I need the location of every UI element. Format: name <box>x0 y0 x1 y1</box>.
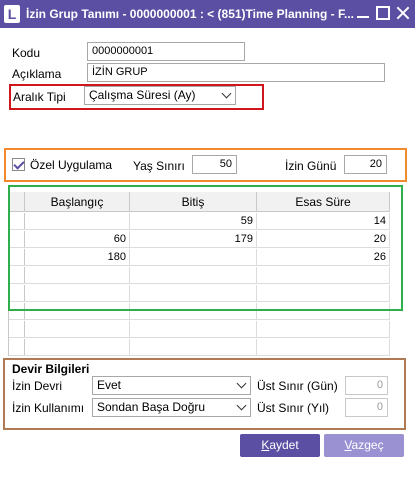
aralik-tipi-value: Çalışma Süresi (Ay) <box>89 88 196 102</box>
maximize-icon[interactable] <box>376 6 390 20</box>
ust-sinir-gun-label: Üst Sınır (Gün) <box>257 379 338 393</box>
cell-baslangic[interactable] <box>25 339 130 356</box>
minimize-icon[interactable] <box>356 6 370 20</box>
izin-kullanimi-label: İzin Kullanımı <box>12 401 85 415</box>
table-row[interactable] <box>9 339 390 356</box>
aralik-tipi-select[interactable]: Çalışma Süresi (Ay) <box>84 86 236 105</box>
aciklama-label: Açıklama <box>12 67 62 81</box>
cell-baslangic[interactable] <box>25 321 130 338</box>
kodu-input[interactable]: 0000000001 <box>87 42 245 61</box>
ozel-uygulama-checkbox[interactable] <box>12 158 25 171</box>
izin-kullanimi-value: Sondan Başa Doğru <box>97 400 206 414</box>
ust-sinir-yil-label: Üst Sınır (Yıl) <box>257 401 330 415</box>
app-logo-icon: L <box>4 5 20 23</box>
ust-sinir-yil-input[interactable]: 0 <box>345 398 388 417</box>
ozel-uygulama-label: Özel Uygulama <box>30 158 113 172</box>
devir-bilgileri-title: Devir Bilgileri <box>12 362 90 376</box>
cell-esas-sure[interactable] <box>257 339 390 356</box>
izin-gunu-label: İzin Günü <box>285 159 337 173</box>
chevron-down-icon <box>236 400 247 411</box>
yas-siniri-label: Yaş Sınırı <box>133 159 185 173</box>
chevron-down-icon <box>221 88 232 99</box>
table-row[interactable] <box>9 321 390 338</box>
aciklama-input[interactable]: İZİN GRUP <box>87 63 385 82</box>
yas-siniri-input[interactable]: 50 <box>192 155 237 174</box>
cell-esas-sure[interactable] <box>257 321 390 338</box>
close-icon[interactable] <box>396 6 410 20</box>
cancel-label: azgeç <box>351 438 384 452</box>
save-button[interactable]: Kaydet <box>240 434 320 457</box>
ust-sinir-gun-input[interactable]: 0 <box>345 376 388 395</box>
izin-kullanimi-select[interactable]: Sondan Başa Doğru <box>92 398 251 417</box>
cell-bitis[interactable] <box>130 321 257 338</box>
kodu-label: Kodu <box>12 46 41 60</box>
title-bar: L İzin Grup Tanımı - 0000000001 : < (851… <box>0 0 415 28</box>
chevron-down-icon <box>236 378 247 389</box>
izin-devri-label: İzin Devri <box>12 379 63 393</box>
window-title: İzin Grup Tanımı - 0000000001 : < (851)T… <box>26 7 354 21</box>
izin-devri-select[interactable]: Evet <box>92 376 251 395</box>
cell-bitis[interactable] <box>130 339 257 356</box>
izin-devri-value: Evet <box>97 378 122 392</box>
cancel-mnemonic: V <box>344 438 352 452</box>
izin-gunu-input[interactable]: 20 <box>344 155 387 174</box>
cancel-button[interactable]: Vazgeç <box>324 434 404 457</box>
grid-highlight <box>8 185 403 311</box>
aralik-tipi-label: Aralık Tipi <box>13 90 66 104</box>
save-label: aydet <box>269 438 299 452</box>
